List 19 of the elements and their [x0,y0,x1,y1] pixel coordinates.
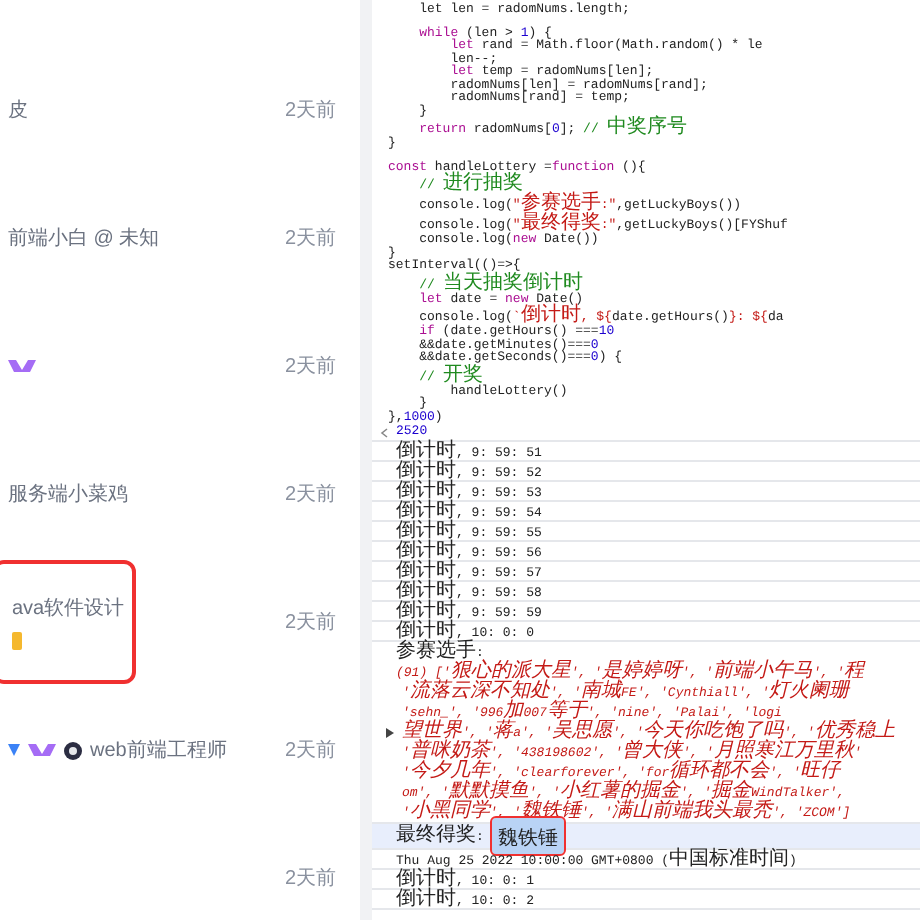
badge-icon [8,742,20,758]
post-time: 2天前 [284,225,336,253]
post-time: 2天前 [284,609,336,637]
caret-icon[interactable] [386,727,394,737]
level-badge-icon [28,742,56,758]
author-info: web前端工程师 [90,737,227,765]
avatar-badge-icon [64,741,82,759]
author-info: 前端小白 @ 未知 [8,225,160,253]
author-info: 皮 [8,97,28,125]
winner-name: 魏铁锤 [491,818,564,854]
post-time: 2天前 [284,97,336,125]
post-time: 2天前 [284,353,336,381]
post-time: 2天前 [284,737,336,765]
post-time: 2天前 [284,481,336,509]
author-info: 服务端小菜鸡 [8,481,128,509]
author-info: ava软件设计 [12,595,125,624]
level-badge-icon [8,358,36,374]
post-time: 2天前 [284,865,336,893]
medal-icon [12,632,22,650]
